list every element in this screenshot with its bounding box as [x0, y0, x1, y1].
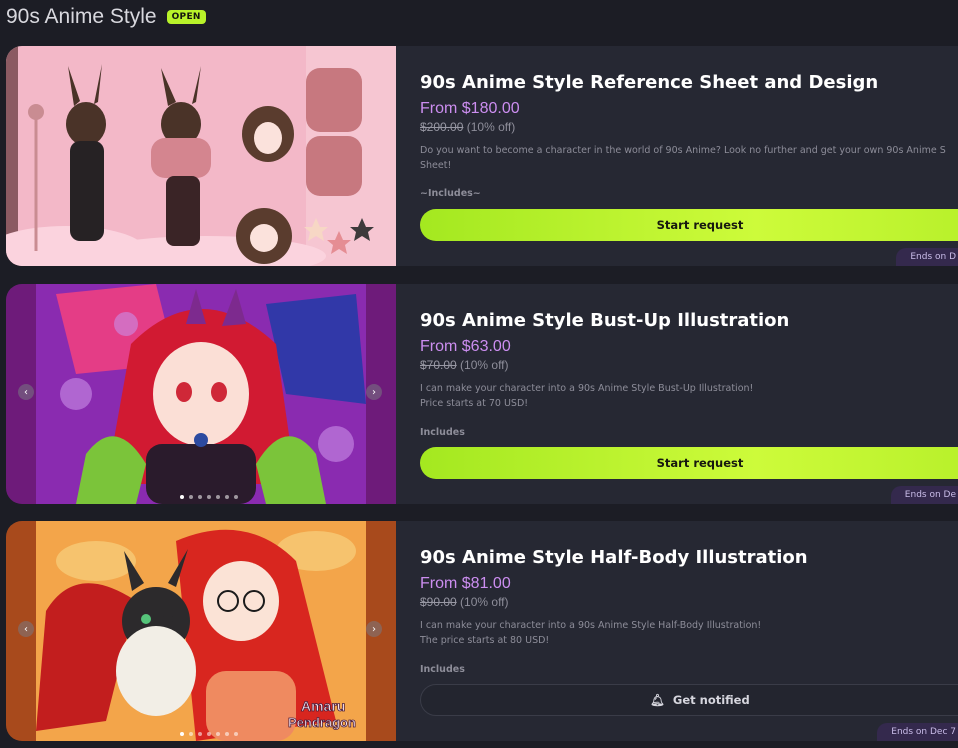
commission-card[interactable]: 90s Anime Style Reference Sheet and Desi…	[6, 46, 958, 266]
svg-text:Pendragon: Pendragon	[288, 715, 356, 730]
card-image[interactable]: ‹ ›	[6, 284, 396, 504]
reference-sheet-artwork	[6, 46, 396, 266]
card-old-price: $70.00 (10% off)	[420, 358, 509, 372]
ends-badge: Ends on Dec 7	[877, 723, 958, 741]
ends-badge: Ends on De	[890, 486, 958, 504]
card-old-price: $200.00 (10% off)	[420, 120, 515, 134]
description-line: Price starts at 70 USD!	[420, 398, 529, 409]
carousel-dots[interactable]	[180, 495, 238, 499]
card-price: From $81.00	[420, 575, 511, 592]
discount-label: (10% off)	[460, 595, 509, 609]
card-description: I can make your character into a 90s Ani…	[420, 618, 761, 648]
bell-icon: 🔔︎	[650, 693, 665, 707]
ends-badge: Ends on D	[896, 248, 958, 266]
card-old-price: $90.00 (10% off)	[420, 595, 509, 609]
discount-label: (10% off)	[460, 358, 509, 372]
original-price: $200.00	[420, 120, 464, 134]
chevron-right-icon[interactable]: ›	[366, 621, 382, 637]
includes-label[interactable]: ~Includes~	[420, 188, 481, 199]
commission-card[interactable]: ‹ › 90s Anime Style Bust-Up Illustration…	[6, 284, 958, 504]
carousel-dots[interactable]	[180, 732, 238, 736]
description-line: Do you want to become a character in the…	[420, 145, 946, 156]
bust-up-artwork	[36, 284, 366, 504]
card-description: I can make your character into a 90s Ani…	[420, 381, 753, 411]
original-price: $90.00	[420, 595, 457, 609]
card-image[interactable]	[6, 46, 396, 266]
discount-label: (10% off)	[466, 120, 516, 134]
get-notified-label: Get notified	[672, 693, 750, 707]
card-title: 90s Anime Style Reference Sheet and Desi…	[420, 72, 879, 93]
includes-label[interactable]: Includes	[420, 664, 465, 675]
card-image[interactable]: Amaru Pendragon ‹ ›	[6, 521, 396, 741]
chevron-left-icon[interactable]: ‹	[18, 384, 34, 400]
description-line: Sheet!	[420, 160, 452, 171]
commission-card[interactable]: Amaru Pendragon ‹ › 90s Anime Style Half…	[6, 521, 958, 741]
card-title: 90s Anime Style Half-Body Illustration	[420, 547, 808, 568]
half-body-artwork: Amaru Pendragon	[36, 521, 366, 741]
get-notified-button[interactable]: 🔔︎ Get notified	[420, 684, 958, 716]
status-badge: OPEN	[166, 10, 206, 24]
includes-label[interactable]: Includes	[420, 427, 465, 438]
description-line: The price starts at 80 USD!	[420, 635, 550, 646]
card-title: 90s Anime Style Bust-Up Illustration	[420, 310, 790, 331]
page-title: 90s Anime Style	[6, 5, 157, 28]
card-description: Do you want to become a character in the…	[420, 143, 946, 173]
start-request-button[interactable]: Start request	[420, 447, 958, 479]
description-line: I can make your character into a 90s Ani…	[420, 620, 762, 631]
chevron-left-icon[interactable]: ‹	[18, 621, 34, 637]
original-price: $70.00	[420, 358, 457, 372]
card-price: From $180.00	[420, 100, 520, 117]
svg-text:Amaru: Amaru	[301, 698, 345, 714]
page-header: 90s Anime Style OPEN	[6, 2, 206, 32]
card-price: From $63.00	[420, 338, 511, 355]
chevron-right-icon[interactable]: ›	[366, 384, 382, 400]
description-line: I can make your character into a 90s Ani…	[420, 383, 754, 394]
start-request-button[interactable]: Start request	[420, 209, 958, 241]
